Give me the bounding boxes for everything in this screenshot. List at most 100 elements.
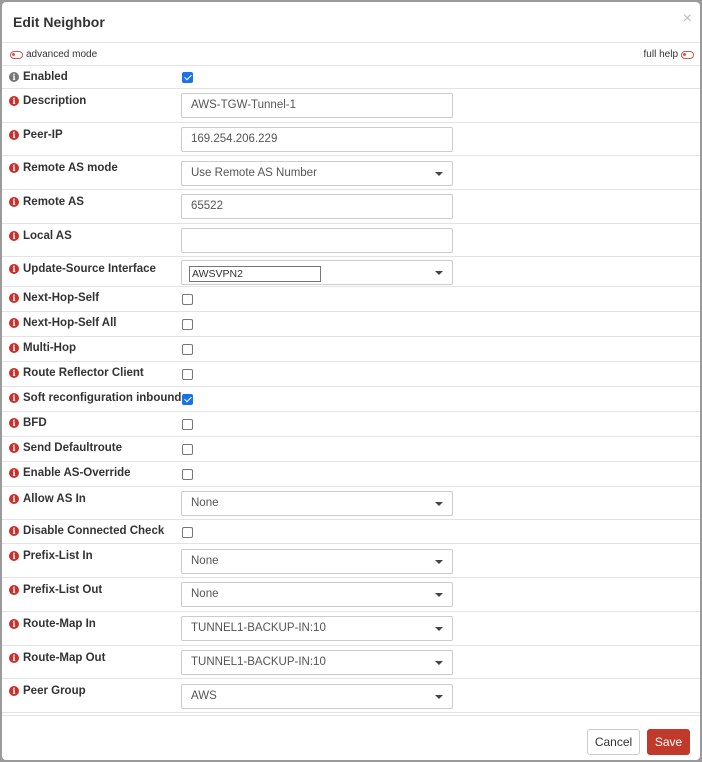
field-label: i Route-Map In: [9, 618, 96, 630]
full-help-toggle[interactable]: full help: [644, 49, 694, 60]
description-input[interactable]: AWS-TGW-Tunnel-1: [181, 93, 453, 119]
info-icon[interactable]: i: [9, 129, 19, 140]
info-icon[interactable]: i: [9, 468, 19, 479]
update-source-interface-search-input[interactable]: AWSVPN2: [189, 265, 321, 282]
field-row-soft-reconfiguration-inbound: i Soft reconfiguration inbound: [2, 387, 700, 413]
remote-as-mode-select[interactable]: Use Remote AS Number: [181, 160, 453, 186]
field-label: i Send Defaultroute: [9, 442, 122, 454]
info-icon[interactable]: i: [9, 230, 19, 241]
peer-ip-input[interactable]: 169.254.206.229: [181, 127, 453, 153]
update-source-interface-select[interactable]: AWSVPN2: [181, 259, 453, 285]
info-icon[interactable]: i: [9, 686, 19, 697]
field-label-text: Next-Hop-Self All: [23, 317, 117, 330]
field-label-text: Remote AS: [23, 196, 84, 209]
field-row-route-reflector-client: i Route Reflector Client: [2, 362, 700, 388]
field-label: i Enabled: [9, 71, 68, 83]
dialog-footer: Cancel Save: [2, 715, 700, 760]
route-map-in-select[interactable]: TUNNEL1-BACKUP-IN:10: [181, 616, 453, 642]
advanced-mode-label: advanced mode: [26, 49, 98, 60]
info-icon[interactable]: i: [9, 318, 19, 329]
field-label: i Remote AS: [9, 196, 84, 208]
enabled-checkbox[interactable]: [182, 72, 193, 83]
field-row-multi-hop: i Multi-Hop: [2, 337, 700, 363]
info-icon[interactable]: i: [9, 197, 19, 208]
info-icon[interactable]: i: [9, 343, 19, 354]
field-label-text: Peer Group: [23, 685, 86, 698]
save-button[interactable]: Save: [647, 729, 690, 755]
field-row-local-as: i Local AS: [2, 224, 700, 258]
info-icon[interactable]: i: [9, 526, 19, 537]
info-icon[interactable]: i: [9, 652, 19, 663]
field-label: i Next-Hop-Self All: [9, 317, 117, 329]
field-label: i Peer-IP: [9, 129, 63, 141]
field-label-text: Soft reconfiguration inbound: [23, 392, 182, 405]
field-label-text: BFD: [23, 417, 47, 430]
field-row-enable-as-override: i Enable AS-Override: [2, 462, 700, 488]
field-label: i Multi-Hop: [9, 342, 76, 354]
field-label-text: Enabled: [23, 71, 68, 83]
peer-group-select[interactable]: AWS: [181, 683, 453, 709]
field-label: i Allow AS In: [9, 493, 86, 505]
info-icon[interactable]: i: [9, 585, 19, 596]
remote-as-input[interactable]: 65522: [181, 194, 453, 220]
field-row-route-map-out: i Route-Map Out TUNNEL1-BACKUP-IN:10: [2, 646, 700, 680]
disable-connected-check-checkbox[interactable]: [182, 526, 193, 538]
prefix-list-in-select[interactable]: None: [181, 548, 453, 574]
field-row-remote-as-mode: i Remote AS mode Use Remote AS Number: [2, 156, 700, 191]
info-icon[interactable]: i: [9, 551, 19, 562]
toggle-off-icon: [681, 50, 694, 59]
full-help-label: full help: [643, 49, 678, 60]
info-icon[interactable]: i: [9, 163, 19, 174]
next-hop-self-checkbox[interactable]: [182, 294, 193, 306]
field-label-text: Remote AS mode: [23, 162, 118, 175]
next-hop-self-all-checkbox[interactable]: [182, 319, 193, 331]
field-label-text: Enable AS-Override: [23, 467, 131, 480]
field-row-enabled: i Enabled: [2, 66, 700, 89]
field-label-text: Route-Map In: [23, 617, 96, 630]
field-label: i Remote AS mode: [9, 162, 118, 174]
mode-bar: advanced mode full help: [2, 43, 700, 66]
prefix-list-out-select[interactable]: None: [181, 582, 453, 608]
field-row-description: i Description AWS-TGW-Tunnel-1: [2, 89, 700, 123]
soft-reconfiguration-inbound-checkbox[interactable]: [182, 394, 193, 406]
dialog-header: Edit Neighbor ×: [2, 2, 700, 43]
field-row-remote-as: i Remote AS 65522: [2, 190, 700, 224]
info-icon[interactable]: i: [9, 443, 19, 454]
info-icon[interactable]: i: [9, 96, 19, 106]
field-label-text: Local AS: [23, 229, 72, 242]
info-icon[interactable]: i: [9, 72, 19, 82]
local-as-input[interactable]: [181, 228, 453, 254]
field-row-send-defaultroute: i Send Defaultroute: [2, 437, 700, 463]
field-label: i Route-Map Out: [9, 652, 105, 664]
allow-as-in-select[interactable]: None: [181, 491, 453, 517]
field-row-next-hop-self-all: i Next-Hop-Self All: [2, 312, 700, 338]
route-map-out-select[interactable]: TUNNEL1-BACKUP-IN:10: [181, 649, 453, 675]
field-row-allow-as-in: i Allow AS In None: [2, 487, 700, 521]
info-icon[interactable]: i: [9, 264, 19, 275]
route-reflector-client-checkbox[interactable]: [182, 369, 193, 381]
toggle-off-icon: [10, 50, 23, 59]
field-label: i Next-Hop-Self: [9, 292, 99, 304]
info-icon[interactable]: i: [9, 393, 19, 404]
cancel-button[interactable]: Cancel: [587, 729, 640, 755]
field-label-text: Route Reflector Client: [23, 367, 144, 380]
field-label: i Prefix-List In: [9, 550, 93, 562]
field-label: i Enable AS-Override: [9, 467, 131, 479]
enable-as-override-checkbox[interactable]: [182, 469, 193, 481]
field-row-next-hop-self: i Next-Hop-Self: [2, 287, 700, 313]
info-icon[interactable]: i: [9, 293, 19, 304]
advanced-mode-toggle[interactable]: advanced mode: [10, 49, 97, 60]
field-label-text: Next-Hop-Self: [23, 292, 100, 305]
field-row-disable-connected-check: i Disable Connected Check: [2, 520, 700, 545]
field-row-prefix-list-out: i Prefix-List Out None: [2, 578, 700, 612]
info-icon[interactable]: i: [9, 418, 19, 429]
field-label: i Soft reconfiguration inbound: [9, 392, 181, 404]
send-defaultroute-checkbox[interactable]: [182, 444, 193, 456]
info-icon[interactable]: i: [9, 368, 19, 379]
info-icon[interactable]: i: [9, 494, 19, 505]
close-icon[interactable]: ×: [683, 11, 692, 27]
bfd-checkbox[interactable]: [182, 419, 193, 431]
field-label: i Update-Source Interface: [9, 263, 156, 275]
multi-hop-checkbox[interactable]: [182, 344, 193, 356]
info-icon[interactable]: i: [9, 618, 19, 629]
